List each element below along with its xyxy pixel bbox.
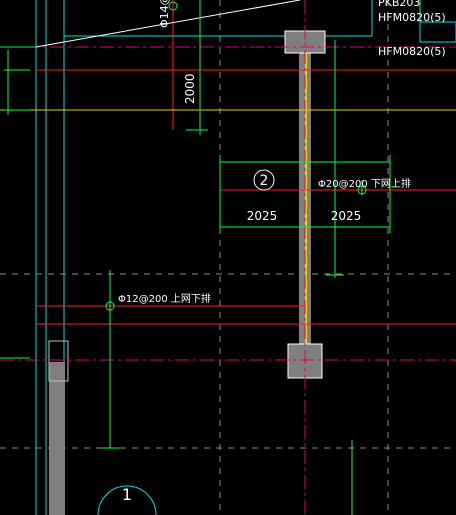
rebar-label-right: Φ20@200 下网上排 [318, 177, 411, 190]
cad-drawing-canvas[interactable]: 2 1 PKB203 HFM0820(5) HFM0820(5) Φ14@200… [0, 0, 456, 515]
top-label-hfm-2: HFM0820(5) [378, 45, 446, 58]
callout-1-label: 1 [122, 485, 132, 504]
wall-outlines [35, 0, 456, 515]
top-label-hfm-1: HFM0820(5) [378, 11, 446, 24]
grid-lines [0, 0, 456, 515]
rebar-markers [105, 1, 367, 311]
callout-2-label: 2 [260, 173, 269, 189]
top-label-pkb: PKB203 [378, 0, 420, 9]
dimension-label-2025-right: 2025 [331, 209, 362, 223]
dimension-label-2025-left: 2025 [247, 209, 278, 223]
dimension-label-2000: 2000 [183, 73, 197, 104]
wall-segment-left [49, 362, 65, 515]
rebar-label-left: Φ12@200 上网下排 [118, 292, 211, 305]
rebar-label-top-left: Φ14@200 [158, 0, 171, 28]
